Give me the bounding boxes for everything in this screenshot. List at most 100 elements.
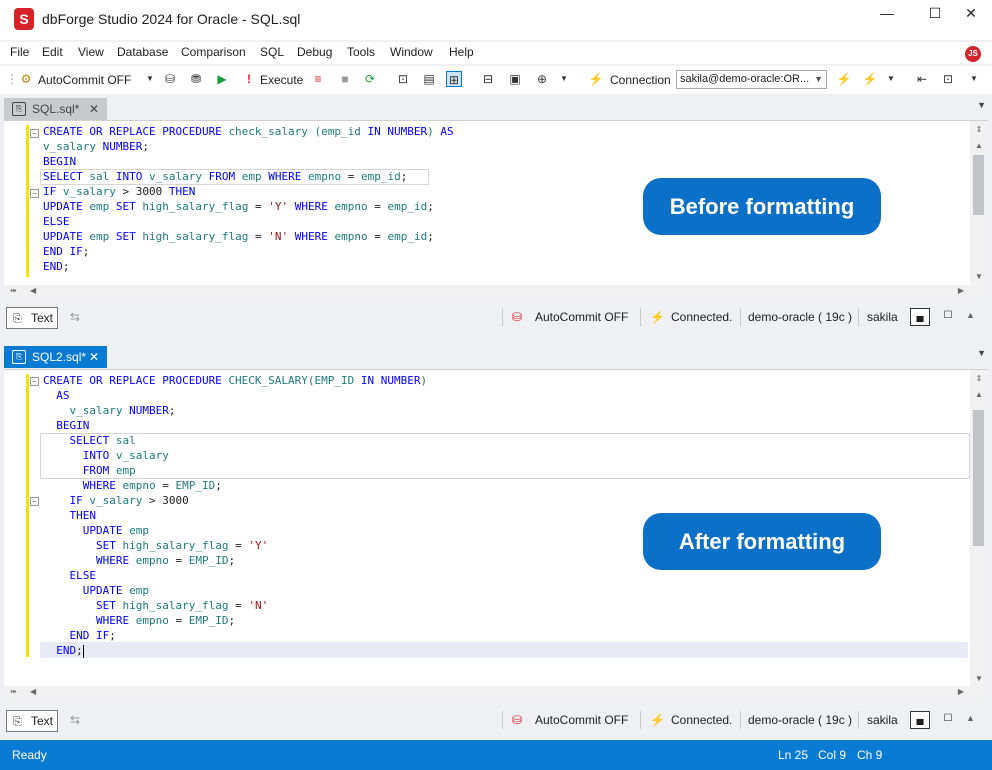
menu-view[interactable]: View: [78, 45, 104, 59]
toolbar-more-icon[interactable]: ▼: [966, 71, 982, 87]
query-icon[interactable]: ⊡: [395, 71, 411, 87]
fold-toggle-icon[interactable]: −: [30, 189, 39, 198]
new-connection-icon[interactable]: ⚡: [862, 71, 878, 87]
text-icon: ⎘: [13, 313, 22, 325]
tab-sql2-close-icon[interactable]: ✕: [89, 346, 99, 368]
scroll-split-icon[interactable]: ⇕: [970, 125, 988, 134]
database-settings-icon[interactable]: ⛃: [188, 71, 204, 87]
disconnect-icon[interactable]: ⚡: [836, 71, 852, 87]
connected-icon: ⚡: [650, 310, 665, 324]
scroll-thumb[interactable]: [973, 155, 984, 215]
code-line: ELSE: [69, 569, 97, 582]
scroll-up-icon[interactable]: ▲: [970, 390, 988, 399]
separator: [640, 308, 641, 326]
text-view-button[interactable]: ⎘ Text: [6, 307, 58, 329]
menu-help[interactable]: Help: [449, 45, 474, 59]
menu-tools[interactable]: Tools: [347, 45, 375, 59]
menu-edit[interactable]: Edit: [42, 45, 63, 59]
code-line: UPDATE emp: [82, 524, 149, 537]
stop-icon[interactable]: ■: [337, 71, 353, 87]
scroll-split-icon[interactable]: ⇕: [970, 374, 988, 383]
close-button[interactable]: ✕: [956, 5, 986, 23]
fold-toggle-icon[interactable]: −: [30, 129, 39, 138]
menu-window[interactable]: Window: [390, 45, 433, 59]
autocommit-dropdown[interactable]: AutoCommit OFF: [38, 70, 131, 90]
split-horizontal-icon[interactable]: ⇹: [10, 687, 17, 696]
text-view-button[interactable]: ⎘ Text: [6, 710, 58, 732]
sql-editor-after[interactable]: − − CREATE OR REPLACE PROCEDURE CHECK_SA…: [4, 369, 988, 687]
minimize-button[interactable]: —: [872, 5, 902, 23]
autocommit-status[interactable]: AutoCommit OFF: [535, 713, 628, 727]
editor-horizontal-scrollbar[interactable]: ⇹ ◀ ▶: [4, 285, 988, 301]
menu-database[interactable]: Database: [117, 45, 168, 59]
autocommit-status-icon: ⛁: [512, 310, 523, 324]
scroll-right-icon[interactable]: ▶: [958, 286, 964, 295]
connection-icon: ⚡: [588, 72, 604, 86]
swap-icon[interactable]: ⇆: [70, 713, 80, 727]
autocommit-status[interactable]: AutoCommit OFF: [535, 310, 628, 324]
run-icon[interactable]: ▶: [214, 71, 230, 87]
chart-icon[interactable]: ▣: [507, 71, 523, 87]
scroll-left-icon[interactable]: ◀: [30, 286, 36, 295]
connection-select[interactable]: sakila@demo-oracle:OR... ▼: [676, 70, 827, 89]
menu-comparison[interactable]: Comparison: [181, 45, 246, 59]
tab-list-chevron-down-icon[interactable]: ▼: [977, 100, 986, 110]
scroll-up-icon[interactable]: ▲: [970, 141, 988, 150]
add-object-icon[interactable]: ⊕: [534, 71, 550, 87]
fold-toggle-icon[interactable]: −: [30, 497, 39, 506]
scroll-down-icon[interactable]: ▼: [970, 674, 988, 683]
status-char: Ch 9: [857, 748, 883, 762]
editor-vertical-scrollbar[interactable]: ⇕ ▲ ▼: [970, 121, 988, 285]
app-logo-icon: S: [14, 8, 34, 30]
tab-sql2[interactable]: ⎘ SQL2.sql* ✕: [4, 346, 107, 368]
change-marker: [26, 374, 29, 657]
code-line: END;: [56, 644, 84, 658]
execute-current-icon[interactable]: ≡: [310, 71, 326, 87]
code-line: CREATE OR REPLACE PROCEDURE CHECK_SALARY…: [43, 374, 428, 387]
tab-list-chevron-down-icon[interactable]: ▼: [977, 348, 986, 358]
code-line: BEGIN: [43, 155, 77, 168]
collapse-chevron-up-icon[interactable]: ▲: [966, 310, 975, 320]
layout-icon[interactable]: ⊟: [480, 71, 496, 87]
scroll-down-icon[interactable]: ▼: [970, 272, 988, 281]
split-horizontal-icon[interactable]: ⇹: [10, 286, 17, 295]
database-icon[interactable]: ⛁: [162, 71, 178, 87]
user-avatar[interactable]: JS: [965, 46, 981, 62]
autocommit-chevron-down-icon[interactable]: ▼: [142, 71, 158, 87]
maximize-editor-button[interactable]: ☐: [938, 711, 958, 729]
refresh-icon[interactable]: ⟳: [362, 71, 378, 87]
tab-sql[interactable]: ⎘ SQL.sql* ✕: [4, 98, 107, 120]
separator: [502, 308, 503, 326]
panel-toggle-button[interactable]: ▄: [910, 711, 930, 729]
connection-chevron-down-icon[interactable]: ▼: [883, 71, 899, 87]
toolbar-overflow-icon[interactable]: ▼: [556, 71, 572, 87]
sql-file-icon: ⎘: [12, 350, 26, 364]
sql-editor-before[interactable]: − − CREATE OR REPLACE PROCEDURE check_sa…: [4, 120, 988, 285]
scroll-left-icon[interactable]: ◀: [30, 687, 36, 696]
editor-vertical-scrollbar[interactable]: ⇕ ▲ ▼: [970, 370, 988, 687]
code-line: IF v_salary > 3000: [69, 494, 189, 507]
menu-sql[interactable]: SQL: [260, 45, 284, 59]
maximize-button[interactable]: ☐: [920, 5, 950, 23]
tab-sql-close-icon[interactable]: ✕: [89, 98, 99, 120]
editor-horizontal-scrollbar[interactable]: ⇹ ◀ ▶: [4, 686, 988, 702]
document-icon[interactable]: ▤: [421, 71, 437, 87]
menu-debug[interactable]: Debug: [297, 45, 332, 59]
swap-icon[interactable]: ⇆: [70, 310, 80, 324]
format-icon[interactable]: ⊞: [446, 71, 462, 87]
separator: [740, 711, 741, 729]
main-toolbar: ⋮ ⚙ AutoCommit OFF ▼ ⛁ ⛃ ▶ ! Execute ≡ ■…: [0, 66, 992, 94]
text-icon: ⎘: [13, 716, 22, 728]
separator: [858, 711, 859, 729]
execute-button[interactable]: Execute: [260, 70, 303, 90]
maximize-editor-button[interactable]: ☐: [938, 308, 958, 326]
scroll-right-icon[interactable]: ▶: [958, 687, 964, 696]
collapse-chevron-up-icon[interactable]: ▲: [966, 713, 975, 723]
settings-icon[interactable]: ⊡: [940, 71, 956, 87]
menu-file[interactable]: File: [10, 45, 29, 59]
scroll-thumb[interactable]: [973, 410, 984, 546]
panel-toggle-button[interactable]: ▄: [910, 308, 930, 326]
fold-toggle-icon[interactable]: −: [30, 377, 39, 386]
code-line: CREATE OR REPLACE PROCEDURE check_salary…: [43, 125, 454, 138]
transaction-icon[interactable]: ⇤: [914, 71, 930, 87]
